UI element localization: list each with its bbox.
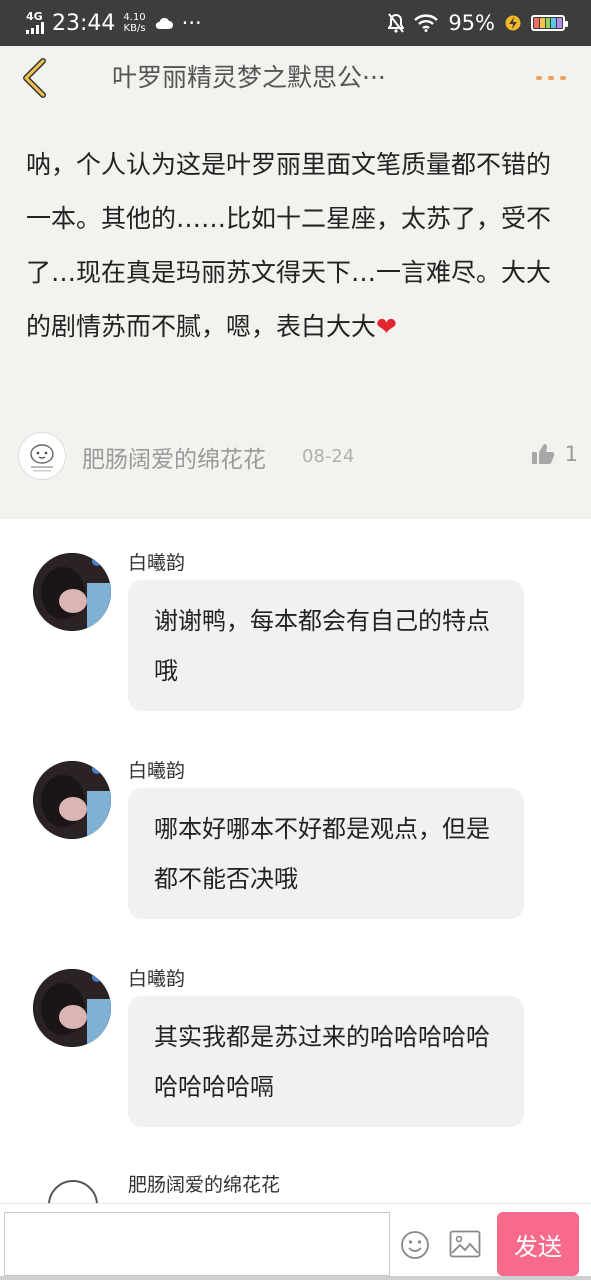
dot: [560, 76, 566, 80]
battery-icon: [531, 15, 568, 31]
like-count: 1: [564, 442, 578, 466]
wifi-icon: [414, 14, 439, 32]
page-title: 叶罗丽精灵梦之默思公···: [112, 63, 386, 92]
reply-author[interactable]: 白曦韵: [128, 964, 185, 991]
chevron-left-icon: [23, 58, 46, 98]
cloud-icon: [155, 17, 173, 29]
reply-author[interactable]: 白曦韵: [128, 756, 185, 783]
emoji-icon[interactable]: [400, 1230, 430, 1260]
reply-bubble: 其实我都是苏过来的哈哈哈哈哈哈哈哈哈嗝: [128, 996, 524, 1127]
avatar[interactable]: [33, 553, 111, 631]
author-name[interactable]: 肥肠阔爱的绵花花: [82, 440, 266, 474]
mute-bell-icon: [388, 13, 405, 33]
send-button[interactable]: 发送: [497, 1212, 579, 1276]
network-speed: 4.10 KB/s: [123, 12, 146, 34]
image-icon[interactable]: [449, 1230, 481, 1258]
app-header: 叶罗丽精灵梦之默思公···: [0, 46, 591, 111]
original-comment: 呐，个人认为这是叶罗丽里面文笔质量都不错的一本。其他的……比如十二星座，太苏了，…: [0, 110, 591, 519]
comment-date: 08-24: [302, 446, 355, 467]
heart-icon: ❤: [376, 312, 397, 341]
reply-author[interactable]: 肥肠阔爱的绵花花: [128, 1170, 280, 1197]
dot: [548, 76, 554, 80]
avatar-photo: [33, 969, 111, 1047]
reply-author[interactable]: 白曦韵: [128, 548, 185, 575]
like-button[interactable]: 1: [531, 442, 578, 466]
signal-icon: 4G: [26, 10, 44, 34]
back-button[interactable]: [14, 54, 54, 102]
reply-bubble: 哪本好哪本不好都是观点，但是都不能否决哦: [128, 788, 524, 919]
battery-percent: 95%: [448, 11, 495, 35]
comment-meta: 肥肠阔爱的绵花花 08-24 1: [18, 432, 578, 482]
thumbs-up-icon: [531, 444, 555, 464]
gesture-bar: [0, 1276, 591, 1280]
avatar[interactable]: [33, 969, 111, 1047]
cartoon-face-icon: [30, 444, 54, 472]
reply-bubble: 谢谢鸭，每本都会有自己的特点哦: [128, 580, 524, 711]
more-notifications: ···: [181, 11, 202, 35]
avatar[interactable]: [18, 432, 66, 480]
avatar-photo: [33, 761, 111, 839]
dot: [536, 76, 542, 80]
network-type: 4G: [26, 10, 43, 23]
comment-text: 呐，个人认为这是叶罗丽里面文笔质量都不错的一本。其他的……比如十二星座，太苏了，…: [26, 150, 552, 341]
clock: 23:44: [52, 10, 116, 36]
status-bar: 4G 23:44 4.10 KB/s ··· 95%: [0, 0, 591, 46]
avatar[interactable]: [33, 761, 111, 839]
avatar-photo: [33, 553, 111, 631]
comment-input-bar: 发送: [0, 1203, 591, 1281]
comment-input[interactable]: [4, 1212, 390, 1276]
charging-icon: [505, 15, 521, 31]
more-options-button[interactable]: [531, 66, 571, 90]
